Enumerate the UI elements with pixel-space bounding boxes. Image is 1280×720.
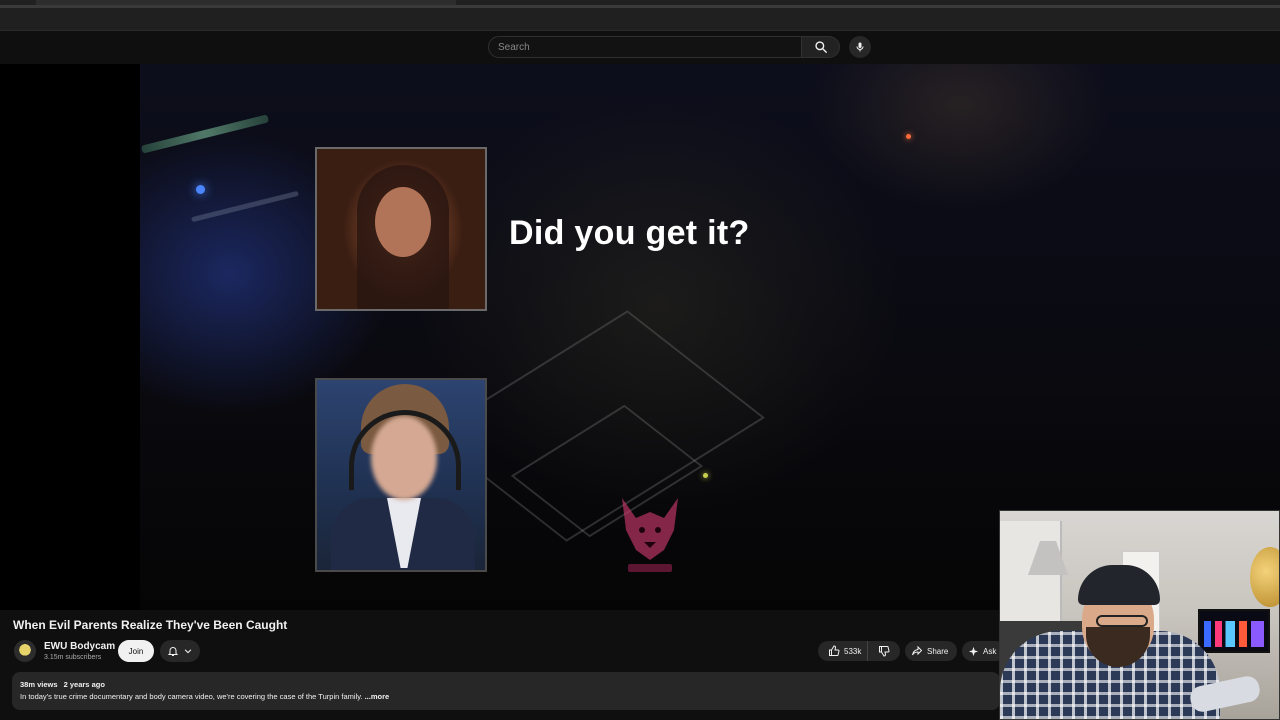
masthead [0,31,1280,64]
background-light [196,185,205,194]
caller-photo [315,147,487,311]
webcam-overlay [999,510,1280,720]
background-light [191,190,299,223]
share-icon [912,645,923,656]
share-label: Share [927,646,949,656]
ask-label: Ask [983,646,997,656]
description-snippet: In today's true crime documentary and bo… [20,692,363,701]
dislike-button[interactable] [872,641,896,661]
channel-avatar[interactable] [14,640,36,662]
like-dislike-group: 533k [818,641,900,661]
dispatcher-photo [315,378,487,572]
thumbs-down-icon [879,646,890,657]
show-more-link[interactable]: ...more [365,692,390,701]
subscriber-count: 3.15m subscribers [44,654,102,661]
notification-bell-button[interactable] [160,640,200,662]
like-button[interactable]: 533k [818,641,869,661]
thumbs-up-icon [829,645,840,656]
upload-age: 2 years ago [63,680,105,689]
search-input[interactable] [489,37,797,58]
search-box[interactable] [488,36,802,58]
search-icon [814,41,827,53]
wolf-logo-watermark [622,498,678,572]
description-box[interactable]: 38m views 2 years ago In today's true cr… [12,672,1000,710]
description-meta: 38m views 2 years ago [20,680,109,689]
view-count: 38m views [20,680,58,689]
microphone-icon [856,42,864,52]
share-button[interactable]: Share [905,641,957,661]
search-button[interactable] [802,36,840,58]
background-light [906,134,911,139]
join-button[interactable]: Join [118,640,154,662]
background-light [140,114,270,154]
chevron-down-icon [184,649,192,654]
video-title: When Evil Parents Realize They've Been C… [13,618,288,632]
voice-search-button[interactable] [849,36,871,58]
video-caption: Did you get it? [509,214,750,252]
bell-icon [167,647,179,656]
channel-name[interactable]: EWU Bodycam [44,641,115,652]
like-count: 533k [844,646,862,656]
description-text: In today's true crime documentary and bo… [20,692,389,701]
browser-top-bar [0,0,1280,31]
sparkle-icon [968,646,979,656]
background-light [703,473,708,478]
browser-divider [0,5,1280,8]
